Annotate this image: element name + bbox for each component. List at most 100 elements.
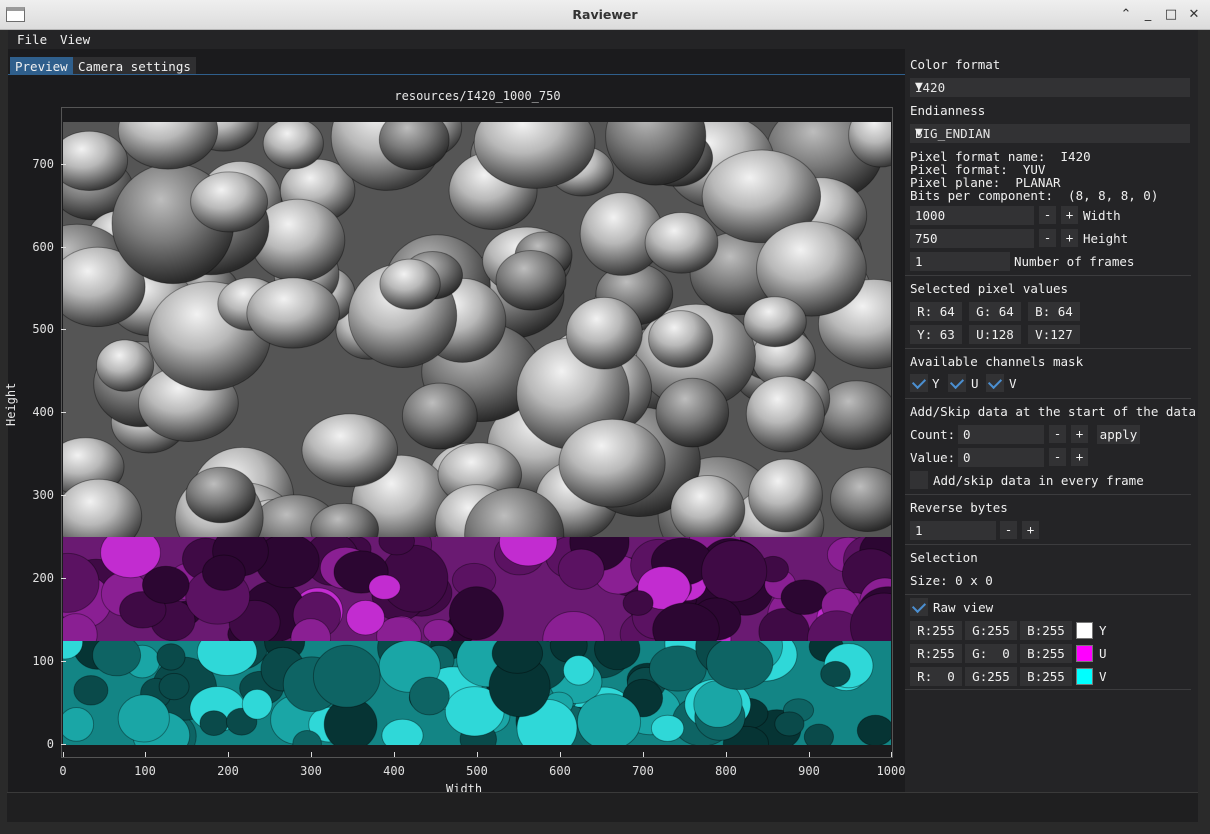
divider: [905, 594, 1191, 595]
ball: [185, 466, 256, 524]
color-format-select[interactable]: I420 ▼: [910, 78, 1190, 97]
ball: [495, 250, 567, 311]
v-plane-image[interactable]: [63, 641, 891, 745]
count-label: Count:: [910, 427, 956, 442]
divider: [905, 348, 1191, 349]
height-increment-button[interactable]: +: [1061, 229, 1078, 247]
pixel-g-value: G: 64: [969, 302, 1021, 321]
endianness-select[interactable]: BIG_ENDIAN ▼: [910, 124, 1190, 143]
y-tick-label: 0: [46, 737, 54, 751]
channels-mask-label: Available channels mask: [910, 354, 1084, 369]
raw-y-r: R:255: [910, 621, 962, 640]
maximize-button[interactable]: □: [1163, 7, 1179, 23]
tab-preview[interactable]: Preview: [10, 57, 73, 75]
value-increment-button[interactable]: +: [1071, 448, 1088, 466]
width-input[interactable]: 1000: [910, 206, 1034, 225]
tab-camera-settings[interactable]: Camera settings: [73, 57, 196, 75]
channel-v-label: V: [1009, 376, 1017, 391]
x-tick-label: 700: [632, 764, 654, 778]
y-tick-label: 600: [32, 240, 54, 254]
pixel-y-value: Y: 63: [910, 325, 962, 344]
menu-file[interactable]: File: [17, 32, 47, 47]
window-title-bar: Raviewer ⌃ _ □ ✕: [0, 0, 1210, 30]
ball: [246, 277, 340, 349]
x-tick-mark: [394, 752, 395, 757]
ball: [562, 654, 595, 686]
channel-u-label: U: [971, 376, 979, 391]
y-tick-label: 200: [32, 571, 54, 585]
ball: [670, 475, 746, 537]
minimize-button[interactable]: _: [1140, 7, 1156, 23]
count-increment-button[interactable]: +: [1071, 425, 1088, 443]
ball: [158, 672, 190, 701]
value-decrement-button[interactable]: -: [1049, 448, 1066, 466]
raw-view-checkbox[interactable]: [910, 598, 928, 616]
pixel-v-value: V:127: [1028, 325, 1080, 344]
ball: [368, 574, 401, 600]
x-tick-mark: [809, 752, 810, 757]
x-tick-label: 300: [300, 764, 322, 778]
selected-pixel-label: Selected pixel values: [910, 281, 1069, 296]
reverse-bytes-input[interactable]: 1: [910, 521, 996, 540]
x-tick-mark: [726, 752, 727, 757]
ball: [142, 565, 190, 605]
channel-u-checkbox[interactable]: [948, 374, 966, 392]
minimize-chevron-icon[interactable]: ⌃: [1118, 7, 1134, 23]
count-input[interactable]: 0: [958, 425, 1044, 444]
count-decrement-button[interactable]: -: [1049, 425, 1066, 443]
apply-button[interactable]: apply: [1097, 425, 1140, 444]
raw-v-color-swatch[interactable]: [1076, 668, 1093, 685]
ball: [301, 413, 399, 488]
ball: [241, 688, 273, 720]
ball: [401, 382, 478, 450]
close-button[interactable]: ✕: [1186, 7, 1202, 23]
raw-u-color-swatch[interactable]: [1076, 645, 1093, 662]
plot-title: resources/I420_1000_750: [394, 89, 561, 103]
raw-y-color-swatch[interactable]: [1076, 622, 1093, 639]
ball: [648, 310, 714, 368]
ball: [409, 676, 450, 716]
ball: [156, 643, 186, 671]
every-frame-checkbox[interactable]: [910, 471, 928, 489]
y-tick-label: 300: [32, 488, 54, 502]
divider: [905, 275, 1191, 276]
u-plane-image[interactable]: [63, 537, 891, 641]
value-input[interactable]: 0: [958, 448, 1044, 467]
height-decrement-button[interactable]: -: [1039, 229, 1056, 247]
ball: [856, 714, 891, 745]
reverse-decrement-button[interactable]: -: [1000, 521, 1017, 539]
x-tick-mark: [145, 752, 146, 757]
x-tick-mark: [311, 752, 312, 757]
menu-view[interactable]: View: [60, 32, 90, 47]
dropdown-arrow-icon: ▼: [915, 79, 923, 94]
width-decrement-button[interactable]: -: [1039, 206, 1056, 224]
frames-input[interactable]: 1: [910, 252, 1010, 271]
divider: [905, 544, 1191, 545]
x-tick-label: 200: [217, 764, 239, 778]
status-strip: [7, 792, 1198, 822]
y-tick-label: 500: [32, 322, 54, 336]
ball: [117, 694, 170, 743]
ball: [748, 458, 823, 533]
ball: [448, 586, 504, 641]
endianness-label: Endianness: [910, 103, 986, 118]
channel-v-checkbox[interactable]: [986, 374, 1004, 392]
width-increment-button[interactable]: +: [1061, 206, 1078, 224]
ball: [576, 693, 642, 745]
add-skip-label: Add/Skip data at the start of the data: [910, 404, 1196, 419]
y-tick-mark: [61, 744, 66, 745]
ball: [190, 171, 269, 233]
raw-view-label: Raw view: [933, 600, 994, 615]
x-tick-mark: [643, 752, 644, 757]
height-input[interactable]: 750: [910, 229, 1034, 248]
reverse-increment-button[interactable]: +: [1022, 521, 1039, 539]
raw-u-r: R:255: [910, 644, 962, 663]
ball: [774, 711, 805, 737]
ball: [644, 212, 719, 274]
u-plane-balls: [63, 537, 891, 641]
divider: [905, 494, 1191, 495]
ball: [655, 377, 730, 448]
channel-y-checkbox[interactable]: [910, 374, 928, 392]
y-plane-image[interactable]: [63, 122, 891, 537]
raw-u-g: G: 0: [965, 644, 1017, 663]
